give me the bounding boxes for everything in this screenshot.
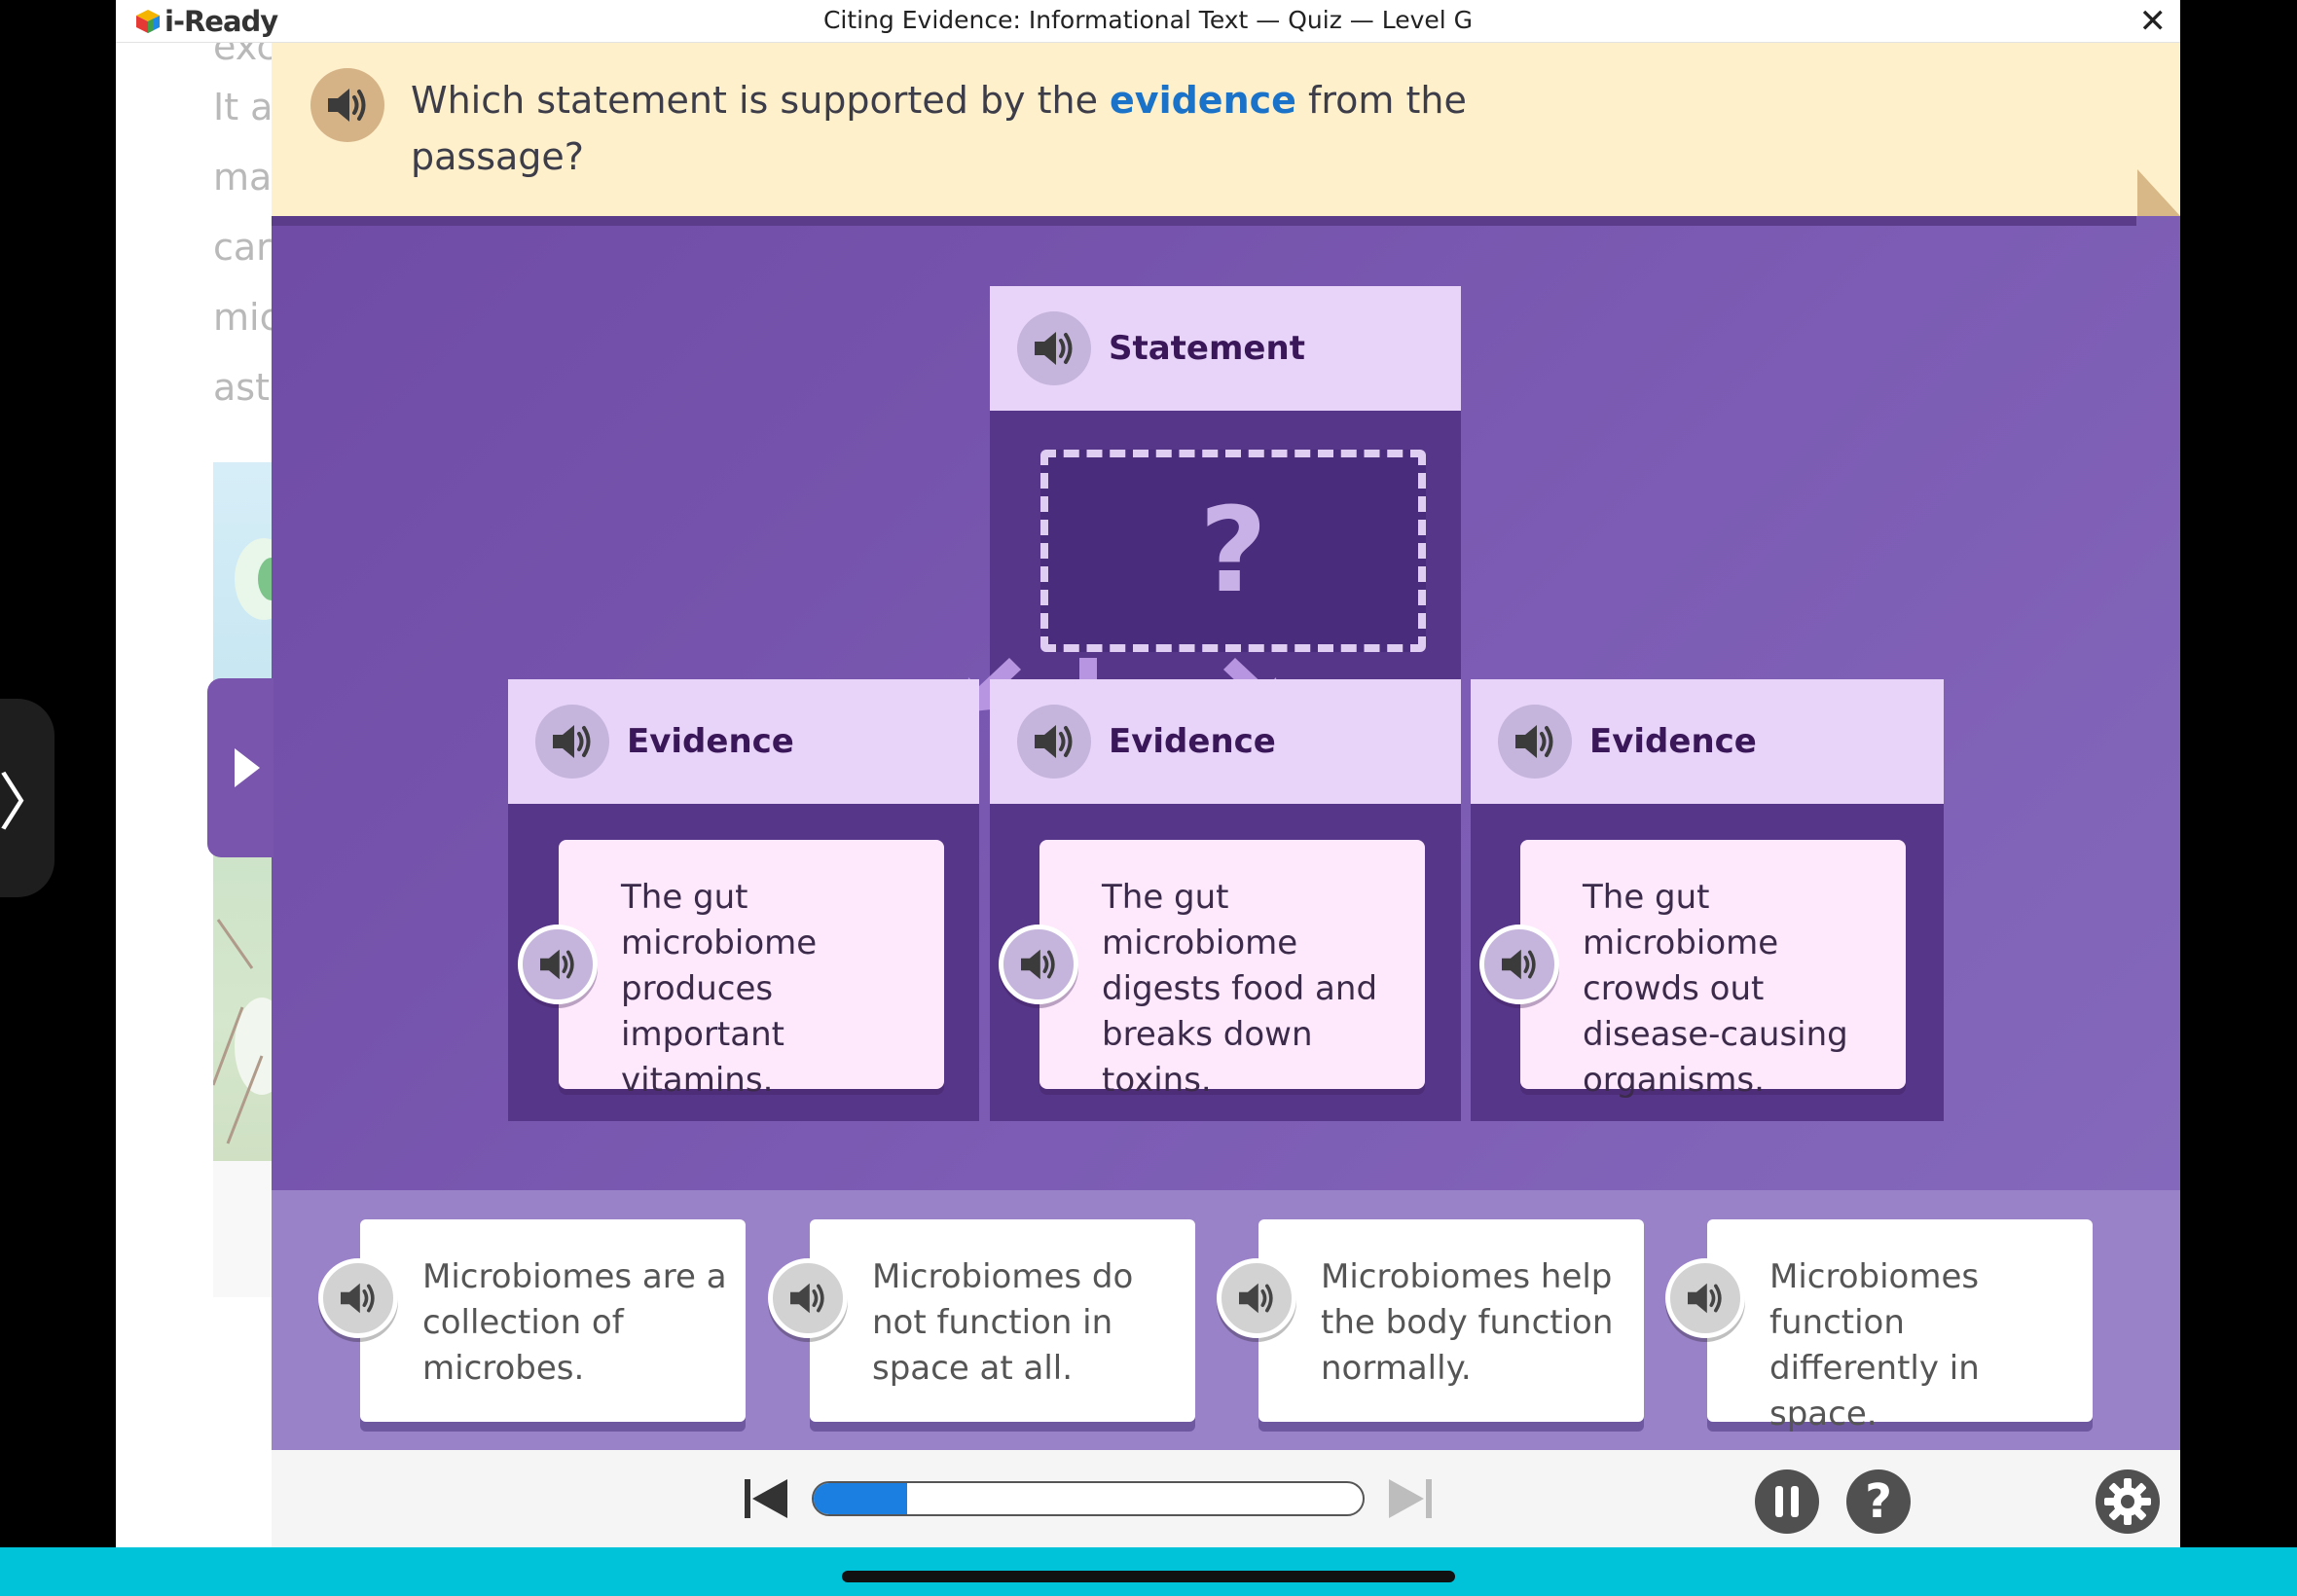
answer-option-2[interactable]: Microbiomes do not function in space at … — [810, 1219, 1195, 1422]
question-bar: Which statement is supported by the evid… — [272, 43, 2180, 216]
evidence-card-text: The gut microbiome digests food and brea… — [1102, 878, 1378, 1100]
evidence-3-speaker-button[interactable] — [1498, 705, 1572, 779]
app-title-bar: i-Ready Citing Evidence: Informational T… — [116, 0, 2180, 43]
speaker-icon — [1021, 949, 1055, 980]
answer-option-text: Microbiomes do not function in space at … — [872, 1257, 1134, 1388]
question-text-part: Which statement is supported by the — [411, 79, 1111, 122]
answer-option-2-speaker-button[interactable] — [768, 1258, 848, 1338]
side-drawer-tab[interactable]: 〉 — [0, 699, 60, 897]
answer-option-4[interactable]: Microbiomes function differently in spac… — [1707, 1219, 2093, 1433]
passage-line: mic — [213, 296, 272, 339]
question-bar-shadow — [272, 216, 2136, 226]
glossary-link-evidence[interactable]: evidence — [1110, 79, 1296, 122]
pause-icon — [1775, 1486, 1799, 1517]
skip-back-icon[interactable] — [741, 1473, 791, 1524]
evidence-label: Evidence — [1589, 722, 1757, 761]
gear-icon[interactable] — [2095, 1469, 2161, 1535]
evidence-card: The gut microbiome produces important vi… — [559, 840, 944, 1100]
close-icon: ✕ — [2138, 2, 2168, 41]
evidence-card-3-speaker-button[interactable] — [1479, 925, 1559, 1004]
speaker-icon — [1515, 725, 1553, 758]
speaker-icon — [328, 89, 366, 122]
statement-speaker-button[interactable] — [1017, 311, 1091, 385]
speaker-icon — [1688, 1283, 1722, 1314]
progress-bar — [812, 1481, 1365, 1516]
question-mark-icon: ? — [1199, 483, 1267, 619]
close-button[interactable]: ✕ — [2139, 2, 2168, 41]
statement-drop-zone[interactable]: ? — [1040, 450, 1426, 652]
question-prompt: Which statement is supported by the evid… — [411, 72, 1481, 185]
evidence-header-2: Evidence — [990, 679, 1461, 804]
answer-options-tray: Microbiomes are a collection of microbes… — [272, 1190, 2180, 1450]
pause-button[interactable] — [1755, 1469, 1819, 1534]
home-indicator[interactable] — [842, 1571, 1455, 1582]
quiz-main-area: Which statement is supported by the evid… — [272, 43, 2180, 1547]
evidence-header-3: Evidence — [1471, 679, 1944, 804]
evidence-card-2-speaker-button[interactable] — [999, 925, 1078, 1004]
statement-header: Statement — [990, 286, 1461, 411]
speaker-icon — [1502, 949, 1536, 980]
playback-controls: ? — [272, 1450, 2180, 1547]
speaker-icon — [1035, 332, 1073, 365]
passage-line: exc — [213, 43, 272, 68]
passage-illustration-foot — [213, 1161, 272, 1297]
evidence-2-speaker-button[interactable] — [1017, 705, 1091, 779]
chevron-right-icon: 〉 — [0, 768, 60, 840]
statement-label: Statement — [1109, 329, 1305, 368]
answer-option-3[interactable]: Microbiomes help the body function norma… — [1258, 1219, 1644, 1422]
answer-option-text: Microbiomes help the body function norma… — [1321, 1257, 1614, 1388]
play-triangle-icon — [235, 748, 260, 787]
evidence-label: Evidence — [627, 722, 794, 761]
evidence-card-text: The gut microbiome produces important vi… — [621, 878, 818, 1100]
passage-line: car — [213, 226, 272, 269]
passage-line: ma — [213, 156, 272, 199]
passage-line: ast — [213, 366, 270, 409]
speaker-icon — [1035, 725, 1073, 758]
progress-bar-fill — [814, 1483, 907, 1514]
speaker-icon — [1239, 1283, 1273, 1314]
speaker-icon — [790, 1283, 824, 1314]
answer-option-4-speaker-button[interactable] — [1665, 1258, 1745, 1338]
answer-option-text: Microbiomes are a collection of microbes… — [422, 1257, 727, 1388]
speaker-icon — [540, 949, 574, 980]
answer-option-1-speaker-button[interactable] — [318, 1258, 398, 1338]
evidence-label: Evidence — [1109, 722, 1276, 761]
speaker-icon — [553, 725, 591, 758]
answer-option-3-speaker-button[interactable] — [1217, 1258, 1296, 1338]
help-icon: ? — [1865, 1474, 1892, 1529]
answer-option-1[interactable]: Microbiomes are a collection of microbes… — [360, 1219, 746, 1422]
evidence-header-1: Evidence — [508, 679, 979, 804]
help-button[interactable]: ? — [1846, 1469, 1911, 1534]
speaker-icon — [341, 1283, 375, 1314]
evidence-card: The gut microbiome digests food and brea… — [1039, 840, 1425, 1100]
evidence-card-1-speaker-button[interactable] — [518, 925, 598, 1004]
question-speaker-button[interactable] — [310, 68, 384, 142]
window-title: Citing Evidence: Informational Text — Qu… — [822, 6, 1474, 34]
evidence-1-speaker-button[interactable] — [535, 705, 609, 779]
evidence-card: The gut microbiome crowds out disease-ca… — [1520, 840, 1906, 1100]
skip-forward-icon[interactable] — [1385, 1473, 1436, 1524]
answer-option-text: Microbiomes function differently in spac… — [1769, 1257, 1980, 1433]
evidence-card-text: The gut microbiome crowds out disease-ca… — [1583, 878, 1848, 1100]
passage-line: It a — [213, 86, 272, 128]
expand-passage-button[interactable] — [207, 678, 273, 857]
